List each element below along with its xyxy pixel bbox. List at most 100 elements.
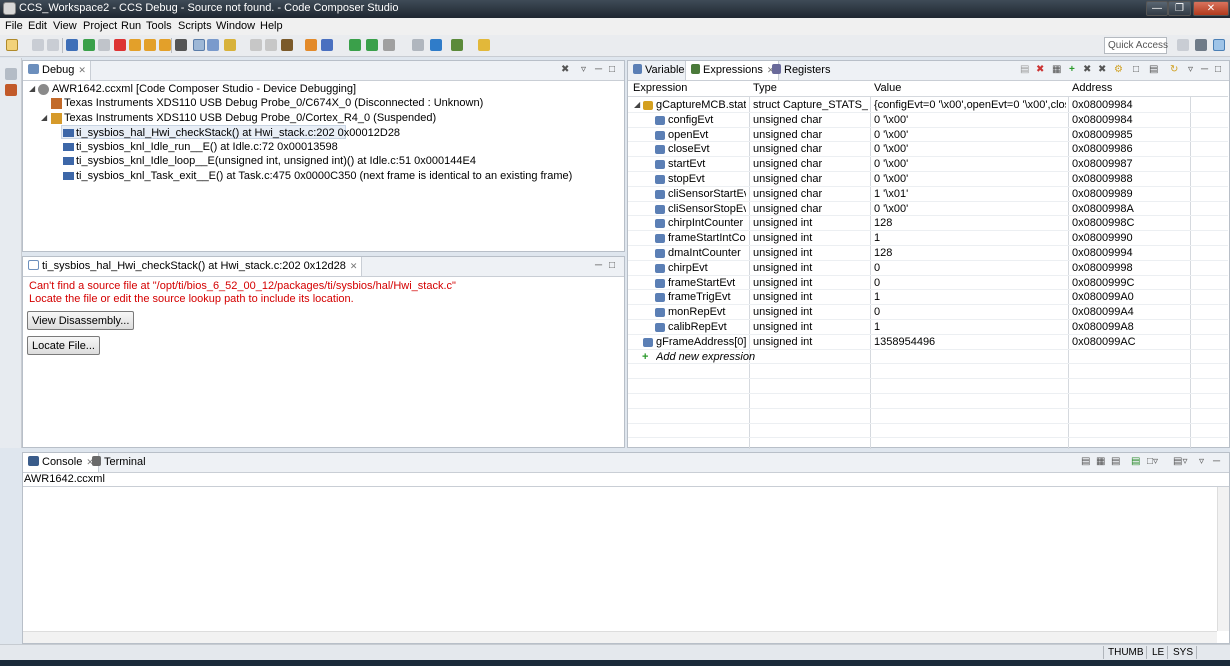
expression-row[interactable]: dmaIntCounter unsigned int 128 0x08009994 — [628, 246, 1228, 261]
menu-tools[interactable]: Tools — [146, 20, 172, 32]
expression-value[interactable]: 0 '\x00' — [874, 113, 1066, 127]
tree-item-frame[interactable]: ti_sysbios_knl_Task_exit__E() at Task.c:… — [23, 169, 623, 183]
add-expression-icon[interactable]: + — [1069, 64, 1075, 75]
column-header-expression[interactable]: Expression — [633, 82, 687, 94]
menu-project[interactable]: Project — [83, 20, 117, 32]
debug-config-icon[interactable] — [321, 39, 333, 51]
close-icon[interactable]: ✕ — [78, 65, 86, 75]
quick-access-field[interactable]: Quick Access — [1104, 37, 1168, 54]
restore-icon[interactable] — [5, 68, 17, 80]
menu-scripts[interactable]: Scripts — [178, 20, 212, 32]
tree-item-frame[interactable]: ti_sysbios_knl_Idle_loop__E(unsigned int… — [23, 154, 623, 168]
breakpoints-icon[interactable] — [5, 84, 17, 96]
collapse-all-icon[interactable]: ▤ — [1020, 64, 1029, 75]
expression-value[interactable]: 1 '\x01' — [874, 187, 1066, 201]
horizontal-scrollbar[interactable] — [23, 631, 1217, 643]
locate-file-button[interactable]: Locate File... — [27, 336, 100, 355]
column-header-type[interactable]: Type — [753, 82, 777, 94]
select-all-icon[interactable]: ▦ — [1052, 64, 1061, 75]
reload-icon[interactable] — [265, 39, 277, 51]
minimize-icon[interactable]: ─ — [595, 260, 602, 271]
terminate-icon[interactable] — [114, 39, 126, 51]
tab-expressions[interactable]: Expressions ✕ — [685, 61, 780, 80]
tree-item-frame-selected[interactable]: ti_sysbios_hal_Hwi_checkStack() at Hwi_s… — [61, 125, 400, 139]
run-step-icon[interactable] — [349, 39, 361, 51]
step-over-icon[interactable] — [144, 39, 156, 51]
view-disassembly-button[interactable]: View Disassembly... — [27, 311, 135, 330]
expression-row-struct[interactable]: ◢ gCaptureMCB.stats struct Capture_STATS_t… — [628, 98, 1228, 113]
step-into-icon[interactable] — [129, 39, 141, 51]
expression-row[interactable]: configEvt unsigned char 0 '\x00' 0x08009984 — [628, 113, 1228, 128]
expression-row[interactable]: frameStartIntCounter unsigned int 1 0x08009… — [628, 231, 1228, 246]
expression-row[interactable]: frameStartEvt unsigned int 0 0x0800999C — [628, 276, 1228, 291]
clear-console-icon[interactable]: ▤ — [1081, 456, 1090, 467]
menu-edit[interactable]: Edit — [28, 20, 47, 32]
step-return-icon[interactable] — [159, 39, 171, 51]
save-icon[interactable] — [32, 39, 44, 51]
instruction-step-icon[interactable] — [193, 39, 205, 51]
collapse-icon[interactable]: ◢ — [634, 98, 640, 112]
expression-row[interactable]: gFrameAddress[0] unsigned int 1358954496 0x… — [628, 335, 1228, 350]
expression-value[interactable]: 0 — [874, 261, 1066, 275]
minimize-icon[interactable]: ─ — [1213, 456, 1220, 467]
maximize-icon[interactable]: □ — [609, 64, 615, 75]
expression-row[interactable]: monRepEvt unsigned int 0 0x080099A4 — [628, 305, 1228, 320]
column-header-value[interactable]: Value — [874, 82, 901, 94]
add-new-expression-row[interactable]: + Add new expression — [628, 350, 1228, 365]
expression-value[interactable]: 1358954496 — [874, 335, 1066, 349]
expression-value[interactable]: 0 '\x00' — [874, 202, 1066, 216]
reset-icon[interactable] — [224, 39, 236, 51]
pin-console-icon[interactable]: ▤ — [1131, 456, 1140, 467]
expression-row[interactable]: chirpIntCounter unsigned int 128 0x0800998C — [628, 216, 1228, 232]
debug-icon[interactable] — [66, 39, 78, 51]
display-console-icon[interactable]: □▿ — [1147, 456, 1158, 467]
expression-row[interactable]: closeEvt unsigned char 0 '\x00' 0x08009986 — [628, 142, 1228, 158]
minimize-window-button[interactable]: — — [1146, 1, 1168, 16]
menu-view[interactable]: View — [53, 20, 77, 32]
tree-item-cortex-r4[interactable]: ◢ Texas Instruments XDS110 USB Debug Pro… — [23, 111, 623, 125]
scroll-lock-icon[interactable]: ▦ — [1096, 456, 1105, 467]
new-icon[interactable] — [6, 39, 18, 51]
new-view-icon[interactable] — [412, 39, 424, 51]
expression-value[interactable]: 1 — [874, 290, 1066, 304]
expression-value[interactable]: 128 — [874, 246, 1066, 260]
tree-item-c674x[interactable]: Texas Instruments XDS110 USB Debug Probe… — [23, 96, 623, 110]
connect-icon[interactable] — [305, 39, 317, 51]
expression-row[interactable]: stopEvt unsigned char 0 '\x00' 0x08009988 — [628, 172, 1228, 187]
remove-all-terminated-icon[interactable]: ✖ — [1098, 64, 1106, 75]
menu-run[interactable]: Run — [121, 20, 141, 32]
restart-icon[interactable] — [250, 39, 262, 51]
expression-value[interactable]: 1 — [874, 320, 1066, 334]
minimize-icon[interactable]: ─ — [1201, 64, 1208, 75]
continuous-refresh-icon[interactable]: ↻ — [1170, 64, 1178, 75]
tab-source-editor[interactable]: ti_sysbios_hal_Hwi_checkStack() at Hwi_s… — [23, 257, 363, 276]
expression-value[interactable]: 0 '\x00' — [874, 172, 1066, 186]
vertical-scrollbar[interactable] — [1217, 487, 1229, 631]
expression-value[interactable]: 0 — [874, 305, 1066, 319]
settings-icon[interactable] — [451, 39, 463, 51]
layout-icon[interactable]: □ — [1133, 64, 1139, 75]
load-program-icon[interactable] — [281, 39, 293, 51]
expression-value[interactable]: 128 — [874, 216, 1066, 230]
tab-terminal[interactable]: Terminal — [87, 453, 150, 472]
tools-icon[interactable] — [383, 39, 395, 51]
expression-row[interactable]: chirpEvt unsigned int 0 0x08009998 — [628, 261, 1228, 276]
expression-row[interactable]: calibRepEvt unsigned int 1 0x080099A8 — [628, 320, 1228, 335]
word-wrap-icon[interactable]: ▤ — [1111, 456, 1120, 467]
remove-expression-icon[interactable]: ✖ — [1036, 64, 1044, 75]
tree-item-frame[interactable]: ti_sysbios_knl_Idle_run__E() at Idle.c:7… — [23, 140, 623, 154]
save-all-icon[interactable] — [47, 39, 59, 51]
expression-value[interactable]: 1 — [874, 231, 1066, 245]
expression-row[interactable]: cliSensorStopEvt unsigned char 0 '\x00' 0x0… — [628, 202, 1228, 217]
export-icon[interactable]: ▤ — [1149, 64, 1158, 75]
ccs-edit-perspective-icon[interactable] — [1195, 39, 1207, 51]
expression-row[interactable]: startEvt unsigned char 0 '\x00' 0x08009987 — [628, 157, 1228, 172]
expression-row[interactable]: frameTrigEvt unsigned int 1 0x080099A0 — [628, 290, 1228, 306]
open-perspective-icon[interactable] — [1177, 39, 1189, 51]
remove-all-terminated-icon[interactable]: ✖ — [561, 64, 569, 75]
assembly-step-icon[interactable] — [207, 39, 219, 51]
expression-row[interactable]: cliSensorStartEvt unsigned char 1 '\x01' 0x… — [628, 187, 1228, 202]
menu-help[interactable]: Help — [260, 20, 283, 32]
search-icon[interactable] — [430, 39, 442, 51]
close-window-button[interactable]: ✕ — [1193, 1, 1229, 16]
